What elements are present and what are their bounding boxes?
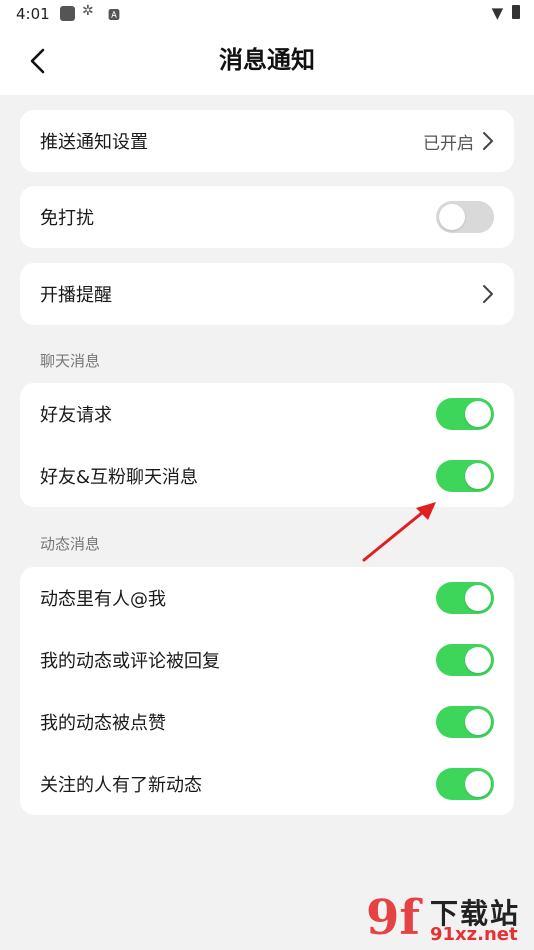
gallery-icon: [60, 6, 75, 21]
push-settings-row[interactable]: 推送通知设置 已开启: [20, 110, 514, 172]
following-toggle[interactable]: [436, 768, 494, 800]
live-reminder-label: 开播提醒: [40, 285, 112, 306]
status-bar: 4:01 ✲ 🅰 ▼: [0, 0, 534, 28]
font-icon: 🅰: [108, 8, 121, 22]
battery-icon: [512, 5, 520, 19]
toggle-knob: [465, 647, 491, 673]
toggle-knob: [465, 401, 491, 427]
reply-label: 我的动态或评论被回复: [40, 651, 220, 672]
push-settings-status: 已开启: [423, 133, 474, 154]
toggle-knob: [465, 463, 491, 489]
feed-section-title: 动态消息: [40, 535, 101, 553]
friend-chat-toggle[interactable]: [436, 460, 494, 492]
dnd-label: 免打扰: [40, 208, 94, 229]
chevron-right-icon: [483, 132, 493, 150]
toggle-knob: [465, 709, 491, 735]
following-label: 关注的人有了新动态: [40, 775, 202, 796]
chat-section-title: 聊天消息: [40, 352, 101, 370]
friend-chat-label: 好友&互粉聊天消息: [40, 467, 199, 488]
watermark-logo: 9f: [366, 890, 421, 946]
dnd-card: 免打扰: [20, 186, 514, 248]
push-settings-card[interactable]: 推送通知设置 已开启: [20, 110, 514, 172]
friend-request-toggle[interactable]: [436, 398, 494, 430]
push-settings-label: 推送通知设置: [40, 132, 148, 153]
header: 消息通知: [0, 28, 534, 95]
feed-card: 动态里有人@我 我的动态或评论被回复 我的动态被点赞 关注的人有了新动态: [20, 567, 514, 815]
chat-card: 好友请求 好友&互粉聊天消息: [20, 383, 514, 507]
watermark-url: 91xz.net: [430, 924, 518, 945]
reply-toggle[interactable]: [436, 644, 494, 676]
dnd-row: 免打扰: [20, 186, 514, 248]
feed-row-like: 我的动态被点赞: [20, 691, 514, 753]
like-label: 我的动态被点赞: [40, 713, 166, 734]
wifi-icon: ▼: [491, 4, 504, 22]
feed-row-following: 关注的人有了新动态: [20, 753, 514, 815]
annotation-arrow: [362, 502, 436, 562]
dnd-toggle[interactable]: [436, 201, 494, 233]
feed-row-reply: 我的动态或评论被回复: [20, 629, 514, 691]
live-reminder-card[interactable]: 开播提醒: [20, 263, 514, 325]
like-toggle[interactable]: [436, 706, 494, 738]
toggle-knob: [465, 771, 491, 797]
live-reminder-row[interactable]: 开播提醒: [20, 263, 514, 325]
friend-request-label: 好友请求: [40, 405, 112, 426]
settings-icon: ✲: [82, 3, 94, 19]
chat-row-friend-request: 好友请求: [20, 383, 514, 445]
page-title: 消息通知: [219, 46, 315, 74]
toggle-knob: [465, 585, 491, 611]
status-time: 4:01: [16, 5, 50, 23]
watermark: 9f 下载站 91xz.net: [360, 890, 534, 950]
feed-row-mention: 动态里有人@我: [20, 567, 514, 629]
mention-label: 动态里有人@我: [40, 589, 166, 610]
mention-toggle[interactable]: [436, 582, 494, 614]
status-right: ▼: [492, 4, 520, 22]
chevron-right-icon: [483, 285, 493, 303]
toggle-knob: [439, 204, 465, 230]
